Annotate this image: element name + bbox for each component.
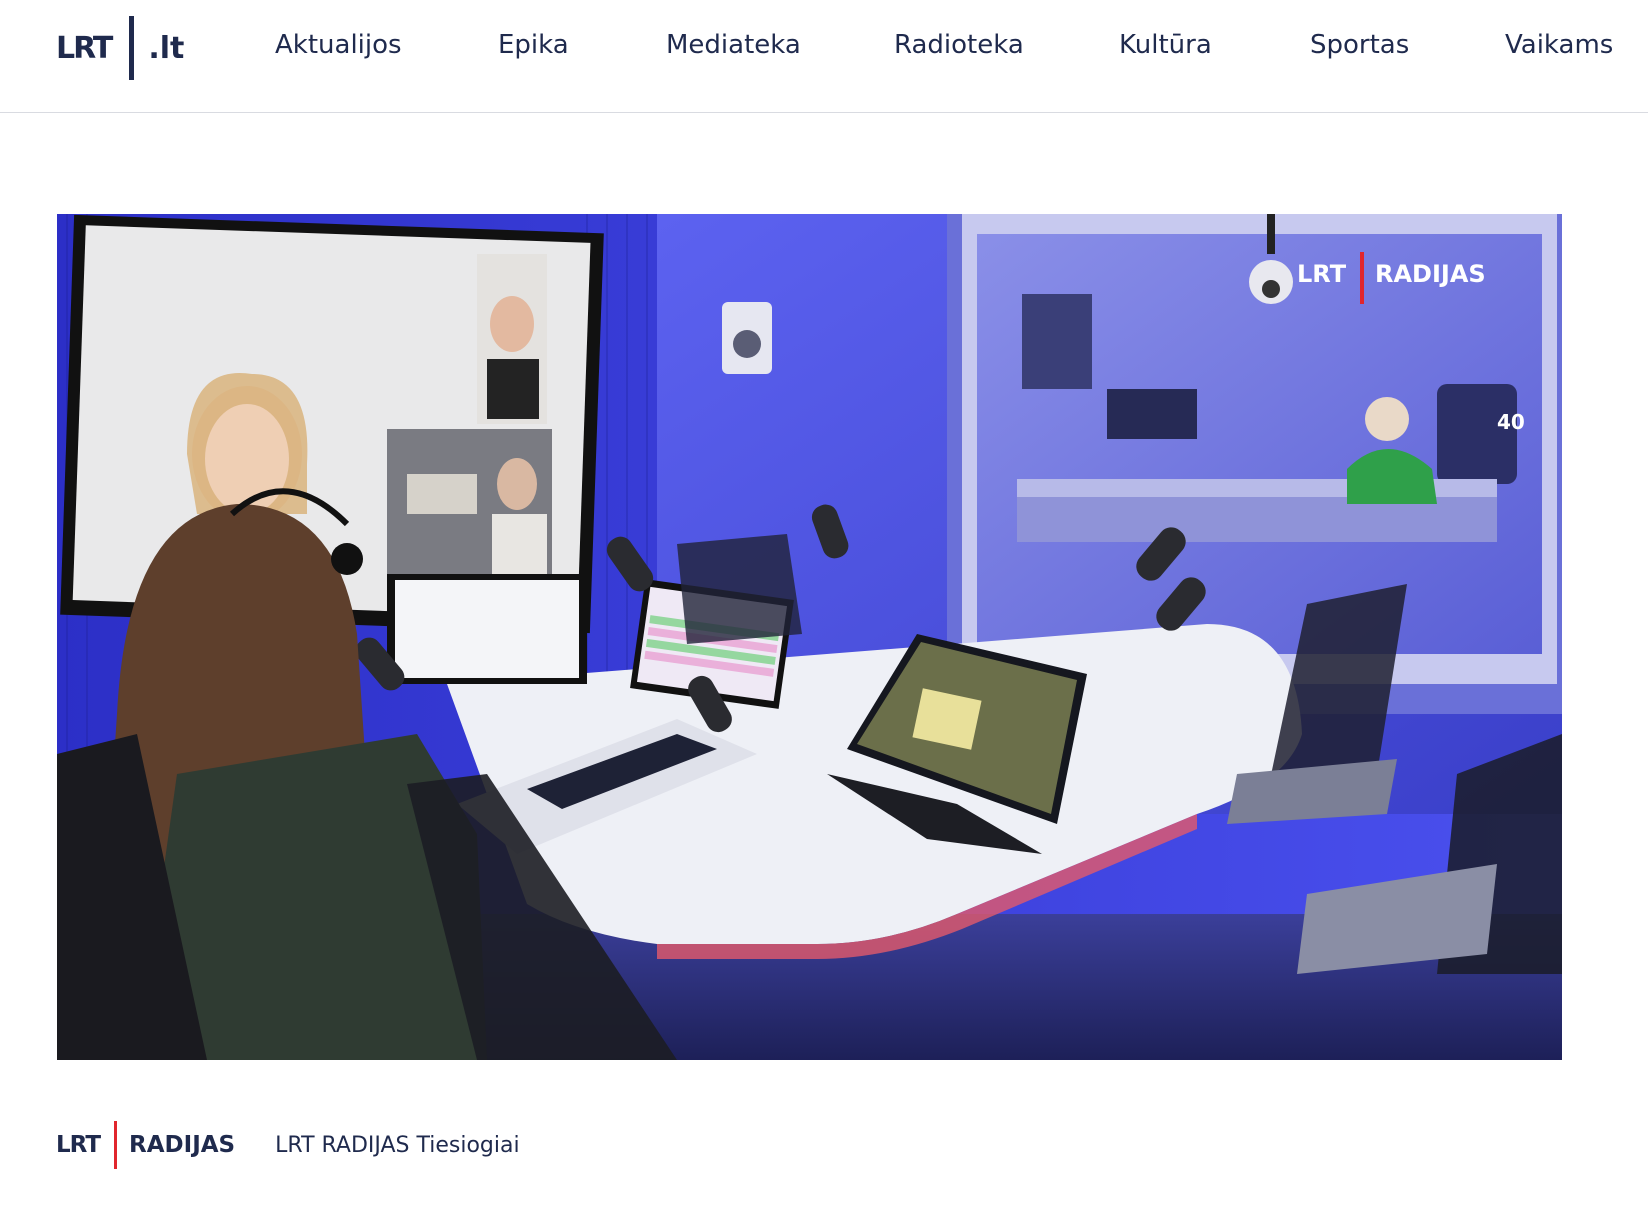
channel-logo-divider: [114, 1121, 118, 1169]
nav-item-vaikams[interactable]: Vaikams: [1505, 30, 1613, 60]
nav-item-radioteka[interactable]: Radioteka: [894, 30, 1024, 60]
site-header: LRT .lt Aktualijos Epika Mediateka Radio…: [0, 0, 1648, 113]
nav-item-kultura[interactable]: Kultūra: [1119, 30, 1212, 60]
channel-logo-right: RADIJAS: [129, 1132, 236, 1158]
overlay-logo-left: LRT: [1297, 260, 1347, 288]
main-nav: Aktualijos Epika Mediateka Radioteka Kul…: [0, 30, 1648, 70]
nav-item-epika[interactable]: Epika: [498, 30, 569, 60]
studio-video-frame: 40 LRT RADIJAS: [57, 214, 1562, 1060]
live-video-player[interactable]: 40 LRT RADIJAS: [57, 214, 1562, 1060]
channel-logo-left: LRT: [56, 1132, 101, 1158]
nav-item-aktualijos[interactable]: Aktualijos: [275, 30, 402, 60]
stream-label: LRT RADIJAS LRT RADIJAS Tiesiogiai: [56, 1120, 520, 1170]
nav-item-sportas[interactable]: Sportas: [1310, 30, 1409, 60]
studio-sign-text: 40: [1497, 410, 1525, 434]
nav-item-mediateka[interactable]: Mediateka: [666, 30, 801, 60]
overlay-logo-right: RADIJAS: [1375, 260, 1486, 288]
stream-title: LRT RADIJAS Tiesiogiai: [275, 1132, 520, 1158]
